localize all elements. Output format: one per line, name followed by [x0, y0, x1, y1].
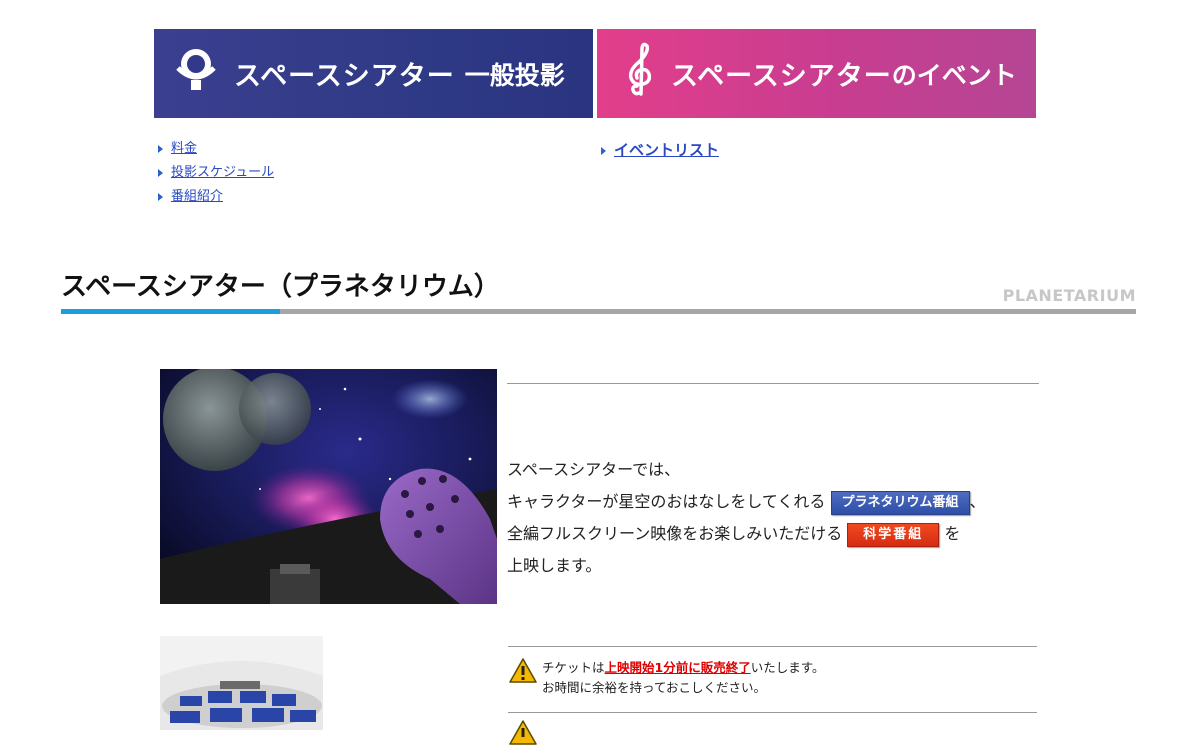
intro-line-2: キャラクターが星空のおはなしをしてくれる プラネタリウム番組、	[507, 486, 1037, 518]
ticket-notice: チケットは上映開始1分前に販売終了いたします。 お時間に余裕を持っておこしくださ…	[509, 658, 824, 698]
divider	[508, 712, 1037, 713]
arrow-right-icon	[601, 146, 606, 155]
arrow-right-icon	[158, 192, 163, 201]
link-item-event-list: イベントリスト	[601, 141, 719, 165]
link-item-schedule: 投影スケジュール	[158, 164, 274, 188]
notice-pre: チケットは	[542, 660, 605, 675]
title-underline-accent	[61, 309, 280, 314]
divider	[507, 383, 1039, 384]
programs-link[interactable]: 番組紹介	[171, 189, 223, 204]
general-banner-title: スペースシアター	[234, 61, 455, 92]
ticket-notice-line-1: チケットは上映開始1分前に販売終了いたします。	[542, 658, 824, 678]
intro-text: スペースシアターでは、 キャラクターが星空のおはなしをしてくれる プラネタリウム…	[507, 454, 1037, 582]
link-item-programs: 番組紹介	[158, 188, 274, 212]
general-links-list: 料金 投影スケジュール 番組紹介	[158, 140, 274, 212]
notice-post: いたします。	[750, 660, 825, 675]
general-banner-subtitle: 一般投影	[464, 60, 565, 90]
science-program-badge: 科学番組	[847, 522, 940, 547]
price-link[interactable]: 料金	[171, 141, 197, 156]
planetarium-dome-image	[160, 369, 497, 604]
planetarium-projector-icon	[174, 46, 218, 101]
intro-line-2-text: キャラクターが星空のおはなしをしてくれる	[507, 492, 826, 511]
treble-clef-icon	[625, 42, 655, 105]
general-projection-banner[interactable]: スペースシアター 一般投影	[154, 29, 593, 118]
arrow-right-icon	[158, 144, 163, 153]
warning-icon	[509, 658, 537, 690]
theater-seats-image	[160, 636, 323, 730]
intro-line-1: スペースシアターでは、	[507, 460, 681, 479]
intro-line-3: 全編フルスクリーン映像をお楽しみいただける 科学番組 を	[507, 518, 1037, 550]
event-links-list: イベントリスト	[601, 141, 719, 165]
intro-line-3-text: 全編フルスクリーン映像をお楽しみいただける	[507, 524, 843, 543]
link-item-price: 料金	[158, 140, 274, 164]
intro-separator: 、	[969, 492, 986, 511]
event-banner-title: スペースシアター	[671, 61, 892, 92]
intro-line-4: 上映します。	[507, 556, 602, 575]
ticket-notice-line-2: お時間に余裕を持っておこしください。	[542, 680, 767, 695]
event-banner-subtitle: のイベント	[891, 60, 1017, 90]
event-banner[interactable]: スペースシアター のイベント	[597, 29, 1036, 118]
section-title-en: PLANETARIUM	[1002, 286, 1136, 305]
section-title: スペースシアター（プラネタリウム）	[61, 272, 500, 302]
warning-icon	[509, 720, 537, 752]
intro-particle: を	[944, 524, 961, 543]
notice-emphasis: 上映開始1分前に販売終了	[604, 660, 751, 675]
divider	[508, 646, 1037, 647]
planetarium-program-badge: プラネタリウム番組	[830, 490, 970, 515]
arrow-right-icon	[158, 168, 163, 177]
event-list-link[interactable]: イベントリスト	[614, 141, 719, 159]
schedule-link[interactable]: 投影スケジュール	[171, 165, 274, 180]
